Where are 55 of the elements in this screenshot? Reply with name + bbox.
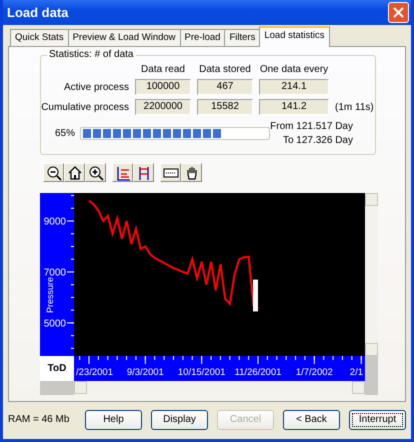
vertical-scrollbar[interactable] xyxy=(365,193,378,356)
zoom-in-button[interactable] xyxy=(85,163,106,182)
tab[interactable]: Load statistics xyxy=(259,26,330,47)
progress-percent: 65% xyxy=(54,128,75,139)
value-field: 467 xyxy=(197,79,253,95)
scale-label-button[interactable] xyxy=(160,163,181,182)
tab[interactable]: Preview & Load Window xyxy=(68,29,181,46)
y-tick-label: 7000 xyxy=(44,267,66,278)
value-field: 2200000 xyxy=(135,99,191,115)
duration-note: (1m 11s) xyxy=(335,102,375,112)
dialog-button[interactable]: Help xyxy=(85,410,142,430)
scroll-corner xyxy=(40,381,74,395)
axis-scale-button[interactable] xyxy=(112,163,133,182)
home-icon xyxy=(66,164,82,180)
tab[interactable]: Filters xyxy=(224,29,260,46)
axis-corner-label: ToD xyxy=(40,356,74,381)
dialog-button[interactable]: Interrupt xyxy=(349,410,406,430)
x-tick-label: 2/1 xyxy=(350,367,363,378)
row-label: Active process xyxy=(62,82,129,92)
row-label: Cumulative process xyxy=(41,102,129,112)
window-title: Load data xyxy=(7,5,68,20)
memory-usage: RAM = 46 Mb xyxy=(8,414,70,425)
close-icon xyxy=(393,7,404,18)
to-day: To 127.326 Day xyxy=(270,135,353,146)
hand-button[interactable] xyxy=(181,163,202,182)
column-header: One data every xyxy=(259,64,329,75)
zoom-out-button[interactable] xyxy=(43,163,64,182)
value-field: 100000 xyxy=(135,79,191,95)
value-field: 15582 xyxy=(197,99,253,115)
dialog-button[interactable]: Display xyxy=(151,410,208,430)
group-title: Statistics: # of data xyxy=(47,49,136,60)
axis-range-button[interactable] xyxy=(133,163,154,182)
x-tick-label: 9/3/2001 xyxy=(126,367,164,378)
home-button[interactable] xyxy=(64,163,85,182)
x-tick-label: 10/15/2001 xyxy=(178,367,226,378)
y-tick-label: 9000 xyxy=(44,216,66,228)
x-tick-label: 11/26/2001 xyxy=(234,367,282,378)
close-button[interactable] xyxy=(388,2,409,23)
zoom-in-icon xyxy=(88,164,104,180)
column-header: Data read xyxy=(140,64,186,75)
x-tick-label: 1/7/2002 xyxy=(296,367,333,378)
horizontal-scrollbar[interactable] xyxy=(74,381,365,395)
tab[interactable]: Quick Stats xyxy=(10,29,69,46)
axis-scale-icon xyxy=(114,164,130,180)
tab[interactable]: Pre-load xyxy=(180,29,226,46)
value-field: 214.1 xyxy=(259,79,329,95)
dialog-button[interactable]: < Back xyxy=(283,410,340,430)
current-marker xyxy=(252,280,258,312)
x-tick-label: /23/2001 xyxy=(76,367,113,378)
from-day: From 121.517 Day xyxy=(270,121,353,132)
y-tick-label: 5000 xyxy=(44,318,66,330)
zoom-out-icon xyxy=(46,164,62,180)
column-header: Data stored xyxy=(198,64,252,75)
y-axis-title: Pressure xyxy=(45,277,55,313)
value-field: 141.2 xyxy=(259,99,329,115)
